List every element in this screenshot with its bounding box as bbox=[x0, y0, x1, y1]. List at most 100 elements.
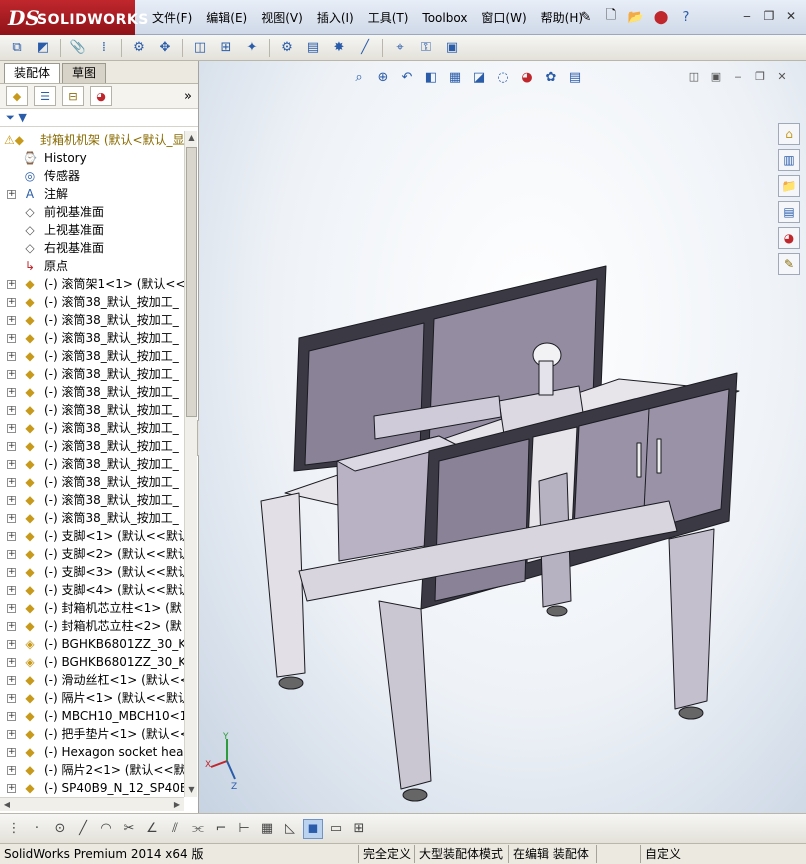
tree-item[interactable]: + ◆ (-) 滚筒38_默认_按加工_ bbox=[0, 419, 184, 437]
expand-icon[interactable]: + bbox=[7, 352, 16, 361]
tree-item[interactable]: + ◆ (-) 滚筒38_默认_按加工_ bbox=[0, 383, 184, 401]
scroll-thumb[interactable] bbox=[186, 147, 197, 417]
expand-icon[interactable]: + bbox=[7, 712, 16, 721]
minimize-icon[interactable]: ‒ bbox=[738, 7, 756, 25]
new-icon[interactable]: 🗋 bbox=[600, 6, 622, 28]
triangle-icon[interactable]: ◺ bbox=[280, 819, 300, 839]
tree-item[interactable]: + ◆ (-) 支脚<4> (默认<<默认 bbox=[0, 581, 184, 599]
viewport-restore-icon[interactable]: ❐ bbox=[752, 69, 768, 85]
expand-icon[interactable]: + bbox=[7, 730, 16, 739]
zoom-to-fit-icon[interactable]: ⌕ bbox=[349, 67, 369, 87]
menu-file[interactable]: 文件(F) bbox=[145, 9, 199, 27]
tree-item[interactable]: + ◆ (-) SP40B9_N_12_SP40B9- bbox=[0, 779, 184, 797]
menu-toolbox[interactable]: Toolbox bbox=[415, 9, 474, 27]
menu-edit[interactable]: 编辑(E) bbox=[199, 9, 254, 27]
home-icon[interactable]: ⌂ bbox=[778, 123, 800, 145]
expand-icon[interactable]: + bbox=[7, 280, 16, 289]
expand-icon[interactable]: + bbox=[7, 568, 16, 577]
expand-icon[interactable]: + bbox=[7, 622, 16, 631]
explode-line-icon[interactable]: ╱ bbox=[354, 37, 376, 59]
scroll-up-icon[interactable]: ▲ bbox=[185, 131, 198, 145]
offset-icon[interactable]: ⫽ bbox=[165, 819, 185, 839]
tree-item[interactable]: + ◆ (-) 隔片2<1> (默认<<默认 bbox=[0, 761, 184, 779]
feature-manager-icon[interactable]: ◆ bbox=[6, 86, 28, 106]
expand-icon[interactable]: + bbox=[7, 604, 16, 613]
expand-icon[interactable]: + bbox=[7, 424, 16, 433]
expand-icon[interactable]: + bbox=[7, 532, 16, 541]
menu-window[interactable]: 窗口(W) bbox=[474, 9, 533, 27]
arc-icon[interactable]: ◠ bbox=[96, 819, 116, 839]
configuration-manager-icon[interactable]: ⊟ bbox=[62, 86, 84, 106]
tree-item[interactable]: + ◆ (-) 滚筒38_默认_按加工_ bbox=[0, 509, 184, 527]
table-icon[interactable]: ⊞ bbox=[349, 819, 369, 839]
open-icon[interactable]: 📂 bbox=[625, 6, 647, 28]
expand-icon[interactable]: + bbox=[7, 586, 16, 595]
expand-icon[interactable]: + bbox=[7, 496, 16, 505]
insert-component-icon[interactable]: ⧉ bbox=[6, 37, 28, 59]
edit-appearance-icon[interactable]: ◕ bbox=[517, 67, 537, 87]
expand-icon[interactable]: + bbox=[7, 766, 16, 775]
tree-item[interactable]: + ◆ (-) 滚筒38_默认_按加工_ bbox=[0, 491, 184, 509]
tree-item[interactable]: + ◆ (-) 滚筒38_默认_按加工_ bbox=[0, 473, 184, 491]
tree-root-assembly[interactable]: ⚠◆ 封箱机机架 (默认<默认_显 bbox=[0, 131, 184, 149]
status-units[interactable]: 自定义 bbox=[640, 845, 681, 863]
section-view-icon[interactable]: ◧ bbox=[421, 67, 441, 87]
zoom-area-icon[interactable]: ⊕ bbox=[373, 67, 393, 87]
grip-icon[interactable]: ⋮ bbox=[4, 819, 24, 839]
tree-item[interactable]: + ◆ (-) 滚筒架1<1> (默认<<默 bbox=[0, 275, 184, 293]
expand-icon[interactable]: + bbox=[7, 298, 16, 307]
tree-item[interactable]: + ◆ (-) 滚筒38_默认_按加工_ bbox=[0, 329, 184, 347]
expand-icon[interactable]: + bbox=[7, 784, 16, 793]
appearances-icon[interactable]: ◕ bbox=[778, 227, 800, 249]
tree-item[interactable]: + ◆ (-) 滚筒38_默认_按加工_ bbox=[0, 437, 184, 455]
reference-geometry-icon[interactable]: ✦ bbox=[241, 37, 263, 59]
restore-icon[interactable]: ❐ bbox=[760, 7, 778, 25]
dimension-icon[interactable]: ⊢ bbox=[234, 819, 254, 839]
corner-icon[interactable]: ⌐ bbox=[211, 819, 231, 839]
viewport-close-icon[interactable]: ✕ bbox=[774, 69, 790, 85]
tree-item[interactable]: + ◆ (-) 滚筒38_默认_按加工_ bbox=[0, 311, 184, 329]
hole-alignment-icon[interactable]: ▣ bbox=[441, 37, 463, 59]
linear-pattern-icon[interactable]: ⁞ bbox=[93, 37, 115, 59]
design-library-icon[interactable]: ▥ bbox=[778, 149, 800, 171]
tree-filter[interactable]: ⏷ ▼ bbox=[0, 109, 198, 127]
tree-item[interactable]: ↳ 原点 bbox=[0, 257, 184, 275]
property-manager-icon[interactable]: ☰ bbox=[34, 86, 56, 106]
smart-fastener-icon[interactable]: ⚙ bbox=[128, 37, 150, 59]
expand-icon[interactable]: + bbox=[7, 514, 16, 523]
display-manager-icon[interactable]: ◕ bbox=[90, 86, 112, 106]
tab-assembly[interactable]: 装配体 bbox=[4, 63, 61, 83]
new-motion-study-icon[interactable]: ⚙ bbox=[276, 37, 298, 59]
interference-detection-icon[interactable]: ⌖ bbox=[389, 37, 411, 59]
scroll-left-icon[interactable]: ◀ bbox=[0, 798, 14, 812]
mate-icon[interactable]: 📎 bbox=[67, 37, 89, 59]
menu-tools[interactable]: 工具(T) bbox=[361, 9, 416, 27]
assembly-features-icon[interactable]: ⊞ bbox=[215, 37, 237, 59]
tree-item[interactable]: ◇ 上视基准面 bbox=[0, 221, 184, 239]
expand-icon[interactable]: + bbox=[7, 370, 16, 379]
file-explorer-icon[interactable]: 📁 bbox=[778, 175, 800, 197]
new-part-icon[interactable]: ◩ bbox=[32, 37, 54, 59]
angle-icon[interactable]: ∠ bbox=[142, 819, 162, 839]
tree-vertical-scrollbar[interactable]: ▲ ▼ bbox=[184, 131, 197, 797]
viewport-split-icon[interactable]: ▣ bbox=[708, 69, 724, 85]
trim-icon[interactable]: ✂ bbox=[119, 819, 139, 839]
tab-sketch[interactable]: 草图 bbox=[62, 63, 107, 83]
expand-icon[interactable]: + bbox=[7, 442, 16, 451]
graphics-area[interactable]: ⌕ ⊕ ↶ ◧ ▦ ◪ ◌ ◕ ✿ ▤ ◫ ▣ ‒ ❐ ✕ ⌂ ▥ 📁 ▤ ◕ … bbox=[199, 61, 806, 813]
tree-item[interactable]: ◇ 前视基准面 bbox=[0, 203, 184, 221]
tree-item[interactable]: + ◈ (-) BGHKB6801ZZ_30_KCC_ bbox=[0, 653, 184, 671]
tree-item[interactable]: ◇ 右视基准面 bbox=[0, 239, 184, 257]
menu-insert[interactable]: 插入(I) bbox=[310, 9, 361, 27]
tree-item[interactable]: + ◆ (-) 支脚<3> (默认<<默认 bbox=[0, 563, 184, 581]
expand-icon[interactable]: + bbox=[7, 406, 16, 415]
expand-icon[interactable]: + bbox=[7, 478, 16, 487]
show-hidden-icon[interactable]: ◫ bbox=[189, 37, 211, 59]
tree-item[interactable]: + ◆ (-) 滚筒38_默认_按加工_ bbox=[0, 455, 184, 473]
assembly-model[interactable] bbox=[199, 61, 806, 813]
exploded-view-icon[interactable]: ✸ bbox=[328, 37, 350, 59]
move-component-icon[interactable]: ✥ bbox=[154, 37, 176, 59]
expand-icon[interactable]: + bbox=[7, 334, 16, 343]
view-settings-icon[interactable]: ▤ bbox=[565, 67, 585, 87]
tree-item[interactable]: + ◆ (-) 支脚<2> (默认<<默认 bbox=[0, 545, 184, 563]
